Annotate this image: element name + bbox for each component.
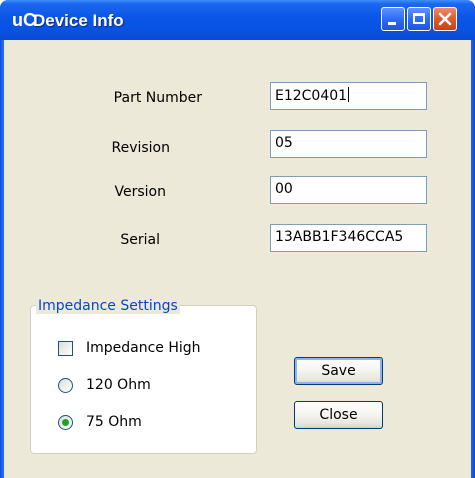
device-info-window: uC Device Info Part Number Revision Vers… bbox=[0, 0, 475, 478]
part-number-field[interactable]: E12C0401 bbox=[270, 82, 427, 110]
serial-value: 13ABB1F346CCA5 bbox=[275, 229, 404, 245]
maximize-button[interactable] bbox=[407, 7, 431, 31]
title-bar[interactable]: uC Device Info bbox=[0, 0, 475, 40]
serial-field[interactable]: 13ABB1F346CCA5 bbox=[270, 224, 427, 252]
impedance-high-checkbox[interactable] bbox=[58, 341, 73, 356]
version-value: 00 bbox=[275, 181, 293, 197]
impedance-high-label[interactable]: Impedance High bbox=[86, 340, 201, 356]
close-button[interactable]: Close bbox=[294, 401, 383, 429]
part-number-label: Part Number bbox=[113, 90, 202, 106]
serial-label: Serial bbox=[120, 232, 160, 248]
version-field[interactable]: 00 bbox=[270, 176, 427, 204]
part-number-value: E12C0401 bbox=[275, 88, 348, 104]
radio-selected-dot bbox=[62, 419, 69, 426]
window-title: Device Info bbox=[33, 11, 124, 30]
minimize-icon bbox=[388, 22, 396, 25]
revision-label: Revision bbox=[111, 140, 170, 156]
minimize-button[interactable] bbox=[381, 7, 405, 31]
radio-75-ohm[interactable] bbox=[58, 415, 73, 430]
revision-value: 05 bbox=[275, 135, 293, 151]
radio-120-ohm[interactable] bbox=[58, 378, 73, 393]
close-window-button[interactable] bbox=[433, 7, 457, 31]
maximize-icon bbox=[413, 13, 425, 24]
radio-120-ohm-label[interactable]: 120 Ohm bbox=[86, 377, 151, 393]
impedance-settings-legend: Impedance Settings bbox=[36, 298, 180, 314]
close-icon bbox=[438, 12, 452, 26]
text-caret bbox=[348, 87, 350, 102]
revision-field[interactable]: 05 bbox=[270, 130, 427, 158]
radio-75-ohm-label[interactable]: 75 Ohm bbox=[86, 414, 142, 430]
save-button[interactable]: Save bbox=[294, 357, 383, 385]
version-label: Version bbox=[114, 184, 166, 200]
